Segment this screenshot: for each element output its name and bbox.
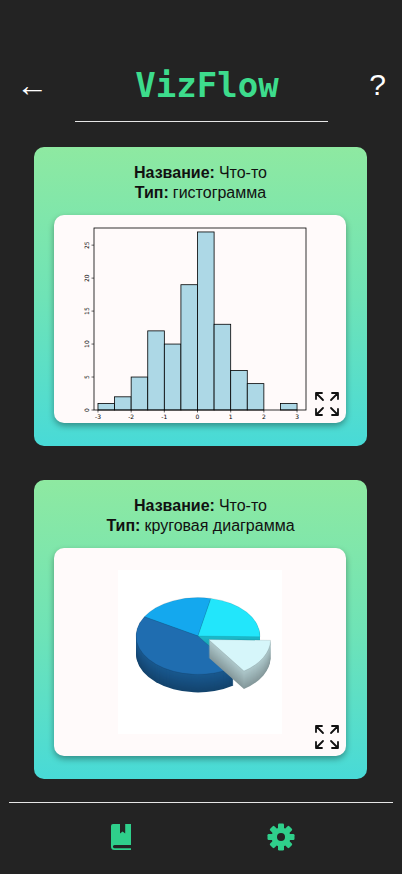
x-tick-label: 2 (262, 413, 266, 420)
type-value: круговая диаграмма (144, 517, 294, 534)
y-tick-label: 25 (83, 241, 90, 249)
y-tick-label: 20 (83, 274, 90, 282)
chart-preview (54, 548, 346, 756)
type-value: гистограмма (173, 184, 266, 201)
expand-icon[interactable] (314, 391, 340, 417)
y-tick-label: 10 (83, 340, 90, 348)
chart-name: Название:Что-то (54, 163, 347, 183)
expand-button[interactable] (314, 391, 340, 417)
x-tick-label: -1 (161, 413, 167, 420)
gear-icon[interactable] (267, 823, 295, 851)
pie-slice-offset (209, 641, 271, 690)
histogram-bar (280, 403, 297, 410)
name-value: Что-то (219, 497, 267, 514)
y-tick-label: 5 (83, 375, 90, 379)
histogram-bar (214, 324, 231, 410)
type-label: Тип: (135, 184, 169, 201)
header: ← VizFlow? (0, 0, 402, 122)
pie-slice (209, 640, 271, 672)
chart-card[interactable]: Название:Что-тоТип:круговая диаграмма (34, 480, 367, 779)
histogram-bar (247, 384, 264, 410)
chart-type: Тип:гистограмма (54, 183, 347, 203)
app-title: VizFlow (135, 62, 278, 108)
pie-slice (198, 598, 260, 636)
bottom-nav (0, 802, 402, 871)
y-tick-label: 0 (83, 408, 90, 412)
histogram-bar (115, 397, 132, 410)
y-tick-label: 15 (83, 307, 90, 315)
expand-button[interactable] (314, 724, 340, 750)
pie-chart (118, 570, 282, 734)
chart-list: Название:Что-тоТип:гистограмма-3-2-10123… (0, 147, 402, 779)
settings-button[interactable] (267, 823, 295, 851)
pie-slice-side (209, 641, 271, 690)
histogram-bar (148, 331, 165, 410)
histogram-bar (98, 403, 115, 410)
chart-card[interactable]: Название:Что-тоТип:гистограмма-3-2-10123… (34, 147, 367, 446)
back-button[interactable]: ← (16, 62, 50, 108)
chart-type: Тип:круговая диаграмма (54, 516, 347, 536)
name-label: Название: (134, 497, 215, 514)
x-tick-label: -2 (128, 413, 134, 420)
histogram-bar (231, 370, 248, 410)
x-tick-label: -3 (95, 413, 101, 420)
chart-preview: -3 -2 -1 0 1 2 3 0 5 10 15 20 25 (54, 215, 346, 423)
name-value: Что-то (219, 164, 267, 181)
x-tick-label: 0 (196, 413, 200, 420)
histogram-bar (198, 232, 215, 410)
chart-name: Название:Что-то (54, 496, 347, 516)
histogram-bar (131, 377, 148, 410)
type-label: Тип: (106, 517, 140, 534)
expand-icon[interactable] (314, 724, 340, 750)
histogram-bar (181, 285, 198, 410)
histogram-chart: -3 -2 -1 0 1 2 3 0 5 10 15 20 25 (54, 215, 346, 423)
help-button[interactable]: ? (364, 62, 386, 108)
nav-divider (9, 802, 393, 803)
book-icon[interactable] (108, 823, 134, 851)
header-divider (75, 121, 328, 122)
histogram-bar (164, 344, 181, 410)
x-tick-label: 1 (229, 413, 233, 420)
library-button[interactable] (107, 823, 135, 851)
x-tick-label: 3 (295, 413, 299, 420)
plot-frame (94, 228, 306, 410)
name-label: Название: (134, 164, 215, 181)
